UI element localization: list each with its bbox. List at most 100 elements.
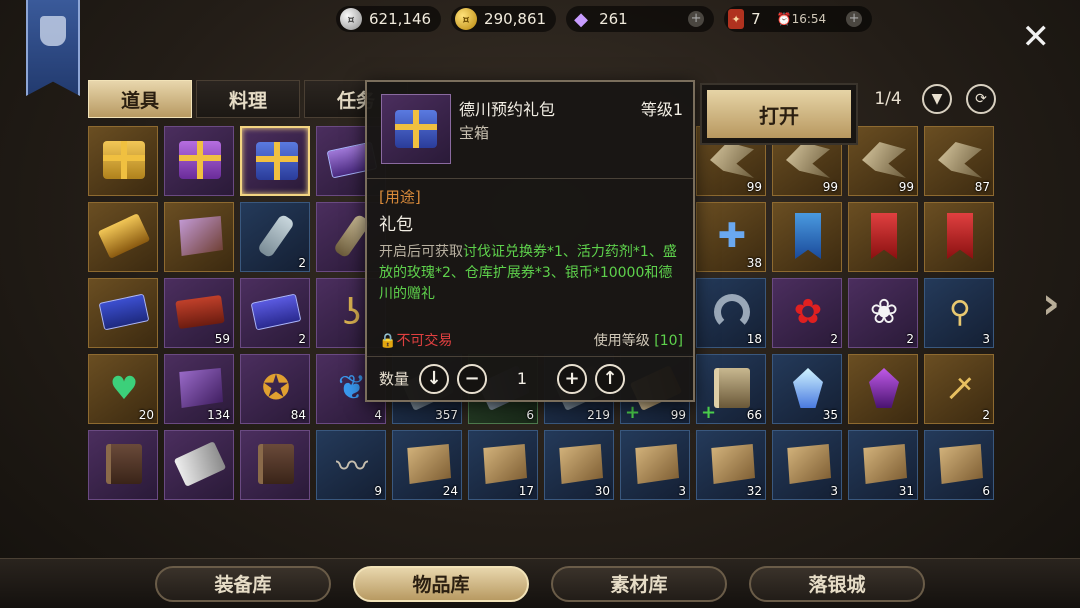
red-banner-icon bbox=[861, 213, 907, 259]
inventory-slot[interactable] bbox=[164, 202, 234, 272]
inventory-slot[interactable] bbox=[164, 430, 234, 500]
item-count: 2 bbox=[298, 332, 306, 346]
inventory-slot[interactable]: ❀ 2 bbox=[848, 278, 918, 348]
item-count: 219 bbox=[587, 408, 610, 422]
quantity-max-button[interactable]: ↑ bbox=[595, 363, 626, 394]
red-ticket-icon bbox=[175, 289, 225, 335]
crossed-blueprint-icon bbox=[861, 441, 907, 487]
inventory-slot[interactable] bbox=[848, 202, 918, 272]
sort-refresh-button[interactable]: ⟳ bbox=[966, 84, 996, 114]
chevron-down-icon: ▼ bbox=[931, 91, 943, 107]
item-count: 66 bbox=[746, 408, 762, 422]
inventory-slot[interactable] bbox=[240, 126, 310, 196]
quantity-min-button[interactable]: ↓ bbox=[419, 363, 450, 394]
tab-items[interactable]: 道具 bbox=[88, 80, 192, 118]
nav-item-storage[interactable]: 物品库 bbox=[353, 565, 529, 602]
quantity-increase-button[interactable]: + bbox=[557, 363, 588, 394]
nav-equipment-storage[interactable]: 装备库 bbox=[155, 565, 331, 602]
puzzle-piece-icon: ✚ bbox=[717, 216, 747, 256]
inventory-slot[interactable]: 2 bbox=[240, 202, 310, 272]
leather-book-icon bbox=[101, 441, 147, 487]
tooltip-item-thumbnail bbox=[381, 94, 451, 164]
inventory-slot[interactable]: 〰 9 bbox=[316, 430, 386, 500]
inventory-slot[interactable] bbox=[88, 202, 158, 272]
close-button[interactable]: ✕ bbox=[1022, 20, 1051, 54]
inventory-slot[interactable]: 31 bbox=[848, 430, 918, 500]
crystal-gem-icon bbox=[785, 365, 831, 411]
diamond-icon: ◆ bbox=[574, 8, 588, 30]
inventory-slot[interactable]: ✪ 84 bbox=[240, 354, 310, 424]
add-gems-button[interactable]: + bbox=[688, 11, 705, 27]
inventory-slot[interactable] bbox=[164, 126, 234, 196]
inventory-slot[interactable]: 35 bbox=[772, 354, 842, 424]
item-count: 59 bbox=[214, 332, 230, 346]
inventory-slot[interactable] bbox=[924, 202, 994, 272]
inventory-slot[interactable]: 18 bbox=[696, 278, 766, 348]
inventory-slot[interactable]: ✚ 38 bbox=[696, 202, 766, 272]
scroll-case-icon bbox=[173, 441, 227, 487]
wing-charm-icon bbox=[861, 137, 907, 183]
lock-icon: 🔒 bbox=[379, 333, 397, 349]
item-count: 99 bbox=[746, 180, 762, 194]
inventory-slot[interactable] bbox=[88, 278, 158, 348]
arrow-down-icon: ↓ bbox=[426, 368, 442, 389]
leather-book-icon bbox=[253, 441, 299, 487]
refill-timer: ⏰16:54 bbox=[776, 12, 827, 26]
tab-cooking[interactable]: 料理 bbox=[196, 80, 300, 118]
nav-luoyin-city[interactable]: 落银城 bbox=[749, 565, 925, 602]
add-tickets-button[interactable]: + bbox=[846, 11, 863, 27]
page-dropdown-button[interactable]: ▼ bbox=[922, 84, 952, 114]
inventory-slot[interactable]: 99 bbox=[848, 126, 918, 196]
item-count: 3 bbox=[678, 484, 686, 498]
inventory-slot[interactable]: 6 bbox=[924, 430, 994, 500]
inventory-slot[interactable]: ✿ 2 bbox=[772, 278, 842, 348]
inventory-slot[interactable]: 32 bbox=[696, 430, 766, 500]
inventory-slot[interactable]: 87 bbox=[924, 126, 994, 196]
purple-gift-box-icon bbox=[177, 137, 223, 183]
inventory-slot[interactable] bbox=[772, 202, 842, 272]
ticket-amount: 7 bbox=[751, 10, 761, 28]
inventory-slot[interactable]: 59 bbox=[164, 278, 234, 348]
inventory-slot[interactable] bbox=[848, 354, 918, 424]
inventory-slot[interactable]: † 2 bbox=[924, 354, 994, 424]
item-count: 99 bbox=[670, 408, 686, 422]
open-button[interactable]: 打开 bbox=[707, 90, 851, 138]
guild-banner[interactable] bbox=[26, 0, 80, 96]
item-count: 18 bbox=[746, 332, 762, 346]
quantity-decrease-button[interactable]: − bbox=[457, 363, 488, 394]
inventory-slot[interactable]: ♥ 20 bbox=[88, 354, 158, 424]
golden-glove-icon bbox=[97, 213, 151, 259]
item-count: 32 bbox=[746, 484, 762, 498]
brush-icon: 〰 bbox=[335, 447, 368, 485]
red-rose-icon: ✿ bbox=[793, 292, 823, 332]
inventory-slot[interactable] bbox=[88, 430, 158, 500]
arrow-up-icon: ↑ bbox=[602, 368, 618, 389]
inventory-slot[interactable]: 134 bbox=[164, 354, 234, 424]
inventory-slot[interactable] bbox=[240, 430, 310, 500]
inventory-slot[interactable]: 2 bbox=[240, 278, 310, 348]
discount-ticket-icon bbox=[250, 289, 302, 335]
inventory-slot[interactable] bbox=[88, 126, 158, 196]
purple-gem-icon bbox=[861, 365, 907, 411]
inventory-slot[interactable]: 3 bbox=[620, 430, 690, 500]
item-count: 99 bbox=[822, 180, 838, 194]
inventory-slot[interactable]: 24 bbox=[392, 430, 462, 500]
bow-blueprint-icon bbox=[633, 441, 679, 487]
use-level: 使用等级 [10] bbox=[594, 330, 683, 350]
page-indicator: 1/4 bbox=[874, 89, 902, 109]
inventory-slot[interactable]: 3 bbox=[772, 430, 842, 500]
item-count: 357 bbox=[435, 408, 458, 422]
guild-crest-icon bbox=[40, 16, 66, 46]
item-count: 6 bbox=[526, 408, 534, 422]
inventory-slot[interactable]: ⚲ 3 bbox=[924, 278, 994, 348]
next-page-arrow-icon[interactable]: › bbox=[1042, 282, 1060, 326]
inventory-slot[interactable]: 17 bbox=[468, 430, 538, 500]
sword-blueprint-icon bbox=[405, 441, 451, 487]
item-count: 38 bbox=[746, 256, 762, 270]
nav-material-storage[interactable]: 素材库 bbox=[551, 565, 727, 602]
ruby-sword-icon: † bbox=[939, 367, 981, 409]
inventory-slot[interactable]: 30 bbox=[544, 430, 614, 500]
quantity-value[interactable]: 1 bbox=[487, 369, 557, 388]
gold-gift-box-icon bbox=[101, 137, 147, 183]
inventory-slot[interactable]: +66 bbox=[696, 354, 766, 424]
